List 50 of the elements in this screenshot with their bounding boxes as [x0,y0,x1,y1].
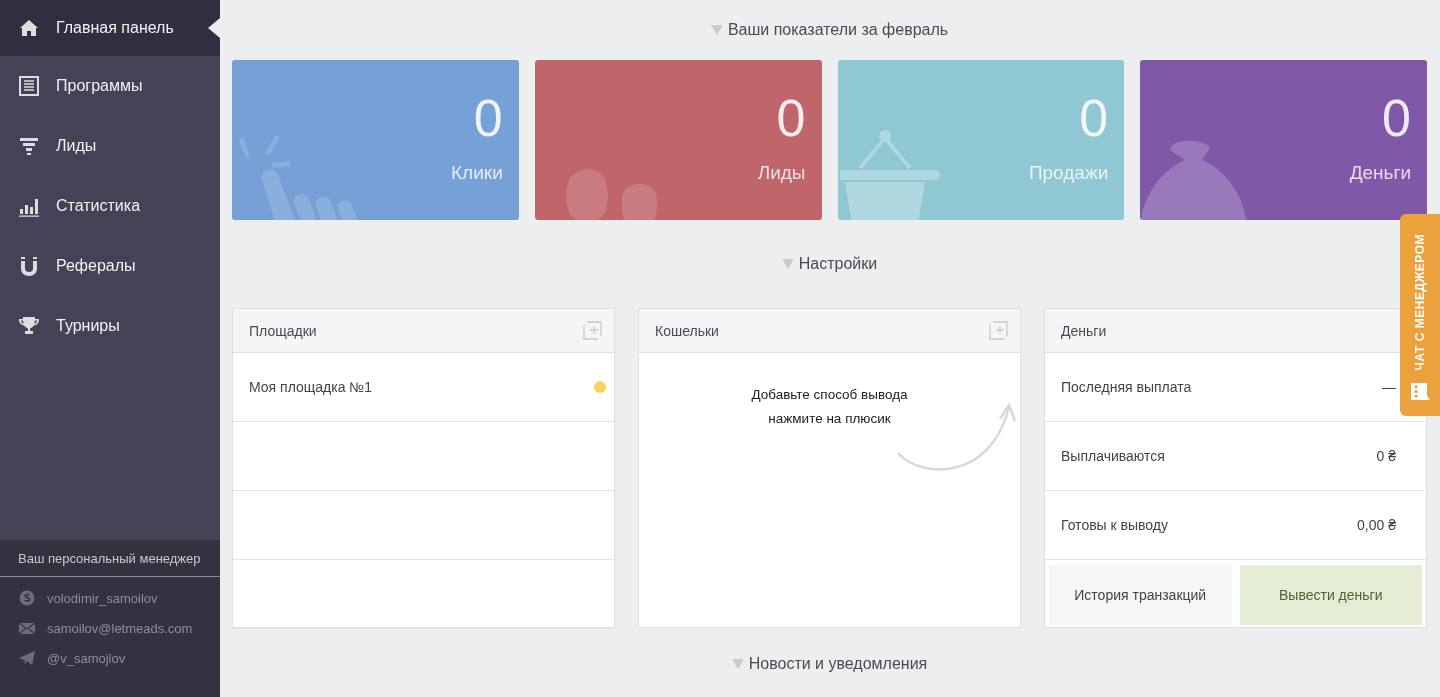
sidebar-item[interactable]: Турниры [0,296,220,356]
row-label: Последняя выплата [1061,379,1192,395]
sidebar-item[interactable]: Статистика [0,176,220,236]
chat-icon [1410,382,1430,402]
caret-icon [710,25,723,35]
site-row[interactable]: Моя площадка №1 [233,353,614,422]
section-heading: Ваши показатели за февраль [727,21,949,39]
panel-title: Кошельки [655,322,719,339]
magnet-icon [18,255,40,277]
contact-text: samoilov@letmeads.com [47,620,193,636]
caret-icon [731,659,744,669]
row-value: 0 ₴ [1376,448,1396,464]
section-heading: Новости и уведомления [748,655,928,673]
sidebar-item[interactable]: Главная панель [0,0,220,56]
stat-value: 0 [776,88,806,149]
home-icon [18,17,40,39]
stat-label: Деньги [1349,162,1411,184]
site-name: Моя площадка №1 [249,379,373,395]
basket-icon [837,128,943,220]
trophy-icon [18,315,40,337]
empty-hint: Добавьте способ вывода нажмите на плюсик [751,386,908,428]
row-value: — [1382,379,1396,395]
contact-text: volodimir_samoilov [47,590,158,606]
sidebar-item[interactable]: Лиды [0,116,220,176]
funnel-icon [18,135,40,157]
stat-value: 0 [1079,88,1109,149]
stat-label: Продажи [1028,162,1109,184]
pointer-icon [208,18,220,38]
panel-title: Площадки [249,322,317,339]
row-label: Готовы к выводу [1061,517,1168,533]
stat-value: 0 [1382,88,1411,149]
sidebar-item[interactable]: Программы [0,56,220,116]
panel-title: Деньги [1061,322,1107,339]
withdraw-button[interactable]: Вывести деньги [1239,565,1422,625]
history-button[interactable]: История транзакций [1049,565,1232,625]
manager-title: Ваш персональный менеджер [0,540,220,577]
row-label: Выплачиваются [1061,448,1165,464]
stat-label: Клики [451,162,503,184]
section-heading: Настройки [798,255,878,273]
list-icon [18,75,40,97]
add-icon[interactable] [989,321,1008,340]
paper-plane-icon [18,649,36,667]
row-value: 0,00 ₴ [1357,517,1396,533]
contact-text: @v_samojlov [47,650,126,666]
sidebar-item[interactable]: Рефералы [0,236,220,296]
skype-icon [18,589,36,607]
add-icon[interactable] [583,321,602,340]
stat-label: Лиды [757,162,806,184]
caret-icon [781,259,794,269]
stat-value: 0 [473,88,503,149]
